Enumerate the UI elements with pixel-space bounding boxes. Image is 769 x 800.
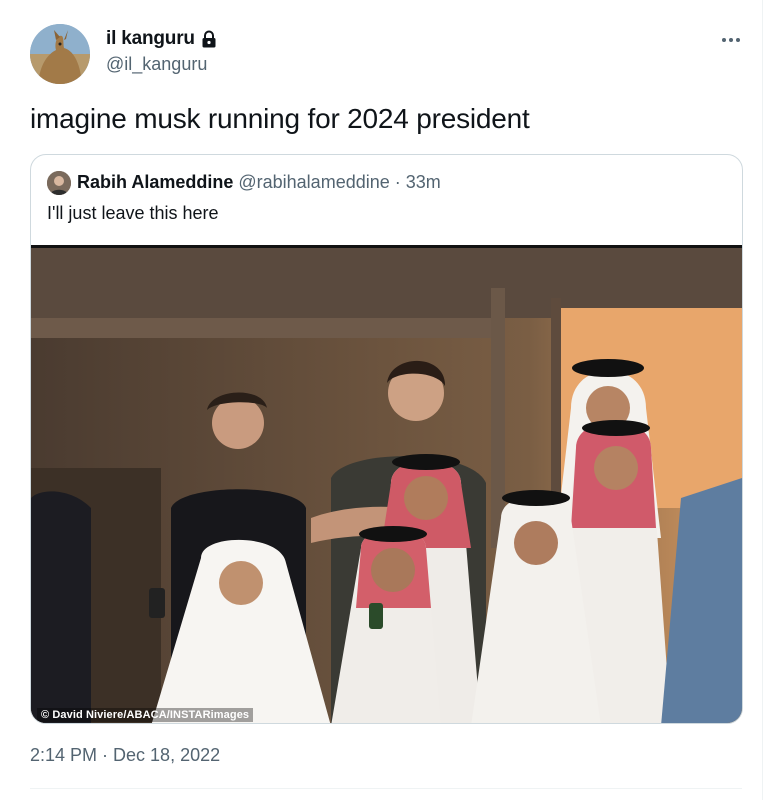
- author-display-name[interactable]: il kanguru: [106, 28, 217, 50]
- quoted-age: · 33m: [394, 172, 441, 192]
- tweet-timestamp[interactable]: 2:14 PM · Dec 18, 2022: [30, 745, 220, 766]
- lock-icon: [201, 30, 217, 48]
- more-options-icon[interactable]: [716, 28, 746, 52]
- tweet-text: imagine musk running for 2024 president: [30, 103, 530, 134]
- author-avatar[interactable]: [30, 24, 90, 84]
- quoted-text: I'll just leave this here: [47, 203, 219, 223]
- quoted-author-avatar[interactable]: [47, 171, 71, 195]
- author-name-text[interactable]: il kanguru: [106, 28, 195, 50]
- quoted-header: Rabih Alameddine @rabihalameddine · 33m: [77, 172, 441, 193]
- author-handle[interactable]: @il_kanguru: [106, 54, 207, 75]
- quoted-photo[interactable]: © David Niviere/ABACA/INSTARimages: [31, 245, 742, 723]
- quoted-display-name[interactable]: Rabih Alameddine: [77, 172, 233, 192]
- divider: [30, 788, 742, 789]
- quoted-tweet[interactable]: Rabih Alameddine @rabihalameddine · 33m …: [30, 154, 743, 724]
- quoted-handle[interactable]: @rabihalameddine: [238, 172, 389, 192]
- tweet-card: il kanguru @il_kanguru imagine musk runn…: [0, 0, 763, 800]
- photo-credit: © David Niviere/ABACA/INSTARimages: [37, 708, 254, 722]
